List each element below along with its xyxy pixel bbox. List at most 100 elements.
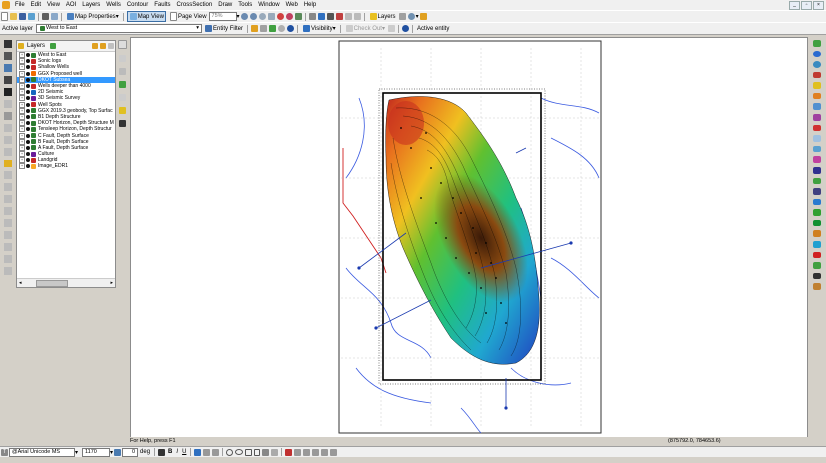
grid-surface-icon[interactable]: [813, 177, 821, 185]
new-file-icon[interactable]: [1, 12, 8, 21]
panel-menu-icon[interactable]: [108, 43, 114, 49]
italic-button[interactable]: I: [176, 449, 178, 455]
menu-wells[interactable]: Wells: [103, 0, 124, 10]
chart-icon[interactable]: [813, 156, 821, 163]
move-icon[interactable]: [326, 13, 334, 20]
layers-horizontal-scrollbar[interactable]: ◂ ▸: [17, 278, 115, 287]
rectangle-tool-icon[interactable]: [4, 111, 12, 120]
split-icon[interactable]: [4, 195, 12, 204]
layers-button[interactable]: Layers: [368, 12, 397, 21]
visibility-eye-icon[interactable]: [26, 152, 30, 157]
palette-icon[interactable]: [813, 230, 821, 237]
visibility-eye-icon[interactable]: [26, 121, 30, 126]
map-view-button[interactable]: Map View: [126, 11, 166, 22]
align-left-icon[interactable]: [194, 448, 202, 456]
visibility-eye-icon[interactable]: [26, 145, 30, 150]
target-icon[interactable]: [278, 25, 286, 32]
save-icon[interactable]: [19, 13, 26, 20]
properties-icon[interactable]: [260, 25, 268, 32]
add-layer-icon[interactable]: [50, 43, 57, 49]
expand-icon[interactable]: +: [19, 144, 25, 151]
zoom-combo[interactable]: 75%: [208, 12, 237, 21]
cursor-icon[interactable]: [118, 120, 126, 127]
chevron-down-icon[interactable]: ▾: [75, 449, 78, 456]
menu-aoi[interactable]: AOI: [63, 0, 79, 10]
expand-icon[interactable]: +: [19, 83, 25, 90]
offset-icon[interactable]: [4, 243, 12, 252]
print-icon[interactable]: [42, 13, 49, 20]
menu-layers[interactable]: Layers: [79, 0, 103, 10]
underline-button[interactable]: U: [182, 449, 186, 455]
menu-file[interactable]: File: [12, 0, 28, 10]
curve-tool-icon[interactable]: [4, 147, 12, 156]
polygon-tool-icon[interactable]: [4, 99, 12, 108]
active-layer-combo[interactable]: West to East ▾: [36, 24, 203, 33]
map-north-arrow-icon[interactable]: [118, 94, 126, 101]
move-down-icon[interactable]: [100, 43, 106, 49]
arc-tool-icon[interactable]: [4, 135, 12, 144]
join-icon[interactable]: [4, 183, 12, 192]
node-edit-icon[interactable]: [4, 51, 12, 60]
mirror-icon[interactable]: [4, 231, 12, 240]
search-icon[interactable]: [813, 114, 821, 121]
redo-icon[interactable]: [353, 13, 361, 20]
map-scale-icon[interactable]: [118, 68, 126, 75]
table-view-icon[interactable]: [813, 198, 821, 206]
visibility-eye-icon[interactable]: [26, 127, 30, 132]
expand-icon[interactable]: +: [19, 70, 25, 77]
warning-icon[interactable]: [118, 107, 126, 114]
table-icon[interactable]: [398, 13, 406, 20]
menu-draw[interactable]: Draw: [215, 0, 235, 10]
layer-row[interactable]: + DKOT Horizon, Depth Structure M: [17, 120, 115, 127]
scale-icon[interactable]: [4, 219, 12, 228]
symbol-style-icon[interactable]: [330, 448, 338, 456]
visibility-eye-icon[interactable]: [26, 133, 30, 138]
visibility-eye-icon[interactable]: [26, 96, 30, 101]
refresh-icon[interactable]: [285, 13, 293, 20]
map-canvas[interactable]: [130, 37, 808, 438]
chevron-down-icon[interactable]: ▾: [416, 13, 419, 20]
visibility-eye-icon[interactable]: [26, 108, 30, 113]
chevron-down-icon[interactable]: ▾: [237, 13, 240, 20]
zoom-extent-icon[interactable]: [258, 13, 266, 20]
edit-icon[interactable]: [387, 25, 395, 32]
line-style-icon[interactable]: [294, 448, 302, 456]
restore-button[interactable]: ▫: [801, 1, 812, 10]
expand-icon[interactable]: +: [19, 151, 25, 158]
undo-icon[interactable]: [344, 13, 352, 20]
layer-manager-icon[interactable]: [813, 40, 821, 47]
open-folder-icon[interactable]: [10, 13, 17, 20]
font-size-combo[interactable]: 1170: [82, 447, 111, 457]
visibility-eye-icon[interactable]: [26, 90, 30, 95]
entity-filter-button[interactable]: Entity Filter: [203, 24, 244, 33]
tip-icon[interactable]: [419, 13, 427, 20]
help-icon[interactable]: [407, 13, 415, 20]
pencil-icon[interactable]: [269, 25, 277, 32]
chevron-down-icon[interactable]: ▾: [110, 449, 113, 456]
visibility-eye-icon[interactable]: [26, 139, 30, 144]
expand-icon[interactable]: +: [19, 113, 25, 120]
layer-row[interactable]: + Image_EDR1: [17, 163, 115, 170]
folder-icon[interactable]: [813, 82, 821, 89]
visibility-eye-icon[interactable]: [26, 65, 30, 70]
plant-icon[interactable]: [813, 262, 821, 269]
rotate-icon[interactable]: [4, 207, 12, 216]
pan-icon[interactable]: [267, 13, 275, 20]
visibility-eye-icon[interactable]: [26, 158, 30, 163]
rounded-rect-icon[interactable]: [254, 448, 261, 456]
expand-icon[interactable]: +: [19, 64, 25, 71]
layer-row[interactable]: + Tensleep Horizon, Depth Structur: [17, 126, 115, 133]
page-view-button[interactable]: Page View: [168, 12, 208, 21]
fill-pattern-icon[interactable]: [271, 448, 279, 456]
expand-icon[interactable]: +: [19, 120, 25, 127]
delete-icon[interactable]: [4, 267, 12, 276]
style-icon[interactable]: [251, 25, 259, 32]
visibility-eye-icon[interactable]: [26, 77, 30, 82]
menu-window[interactable]: Window: [255, 0, 282, 10]
expand-icon[interactable]: +: [19, 138, 25, 145]
font-combo[interactable]: @Arial Unicode MS: [9, 447, 75, 457]
scroll-left-icon[interactable]: ◂: [19, 280, 22, 286]
expand-icon[interactable]: +: [19, 89, 25, 96]
color-bar-icon[interactable]: [813, 240, 821, 248]
import-icon[interactable]: [813, 71, 821, 79]
